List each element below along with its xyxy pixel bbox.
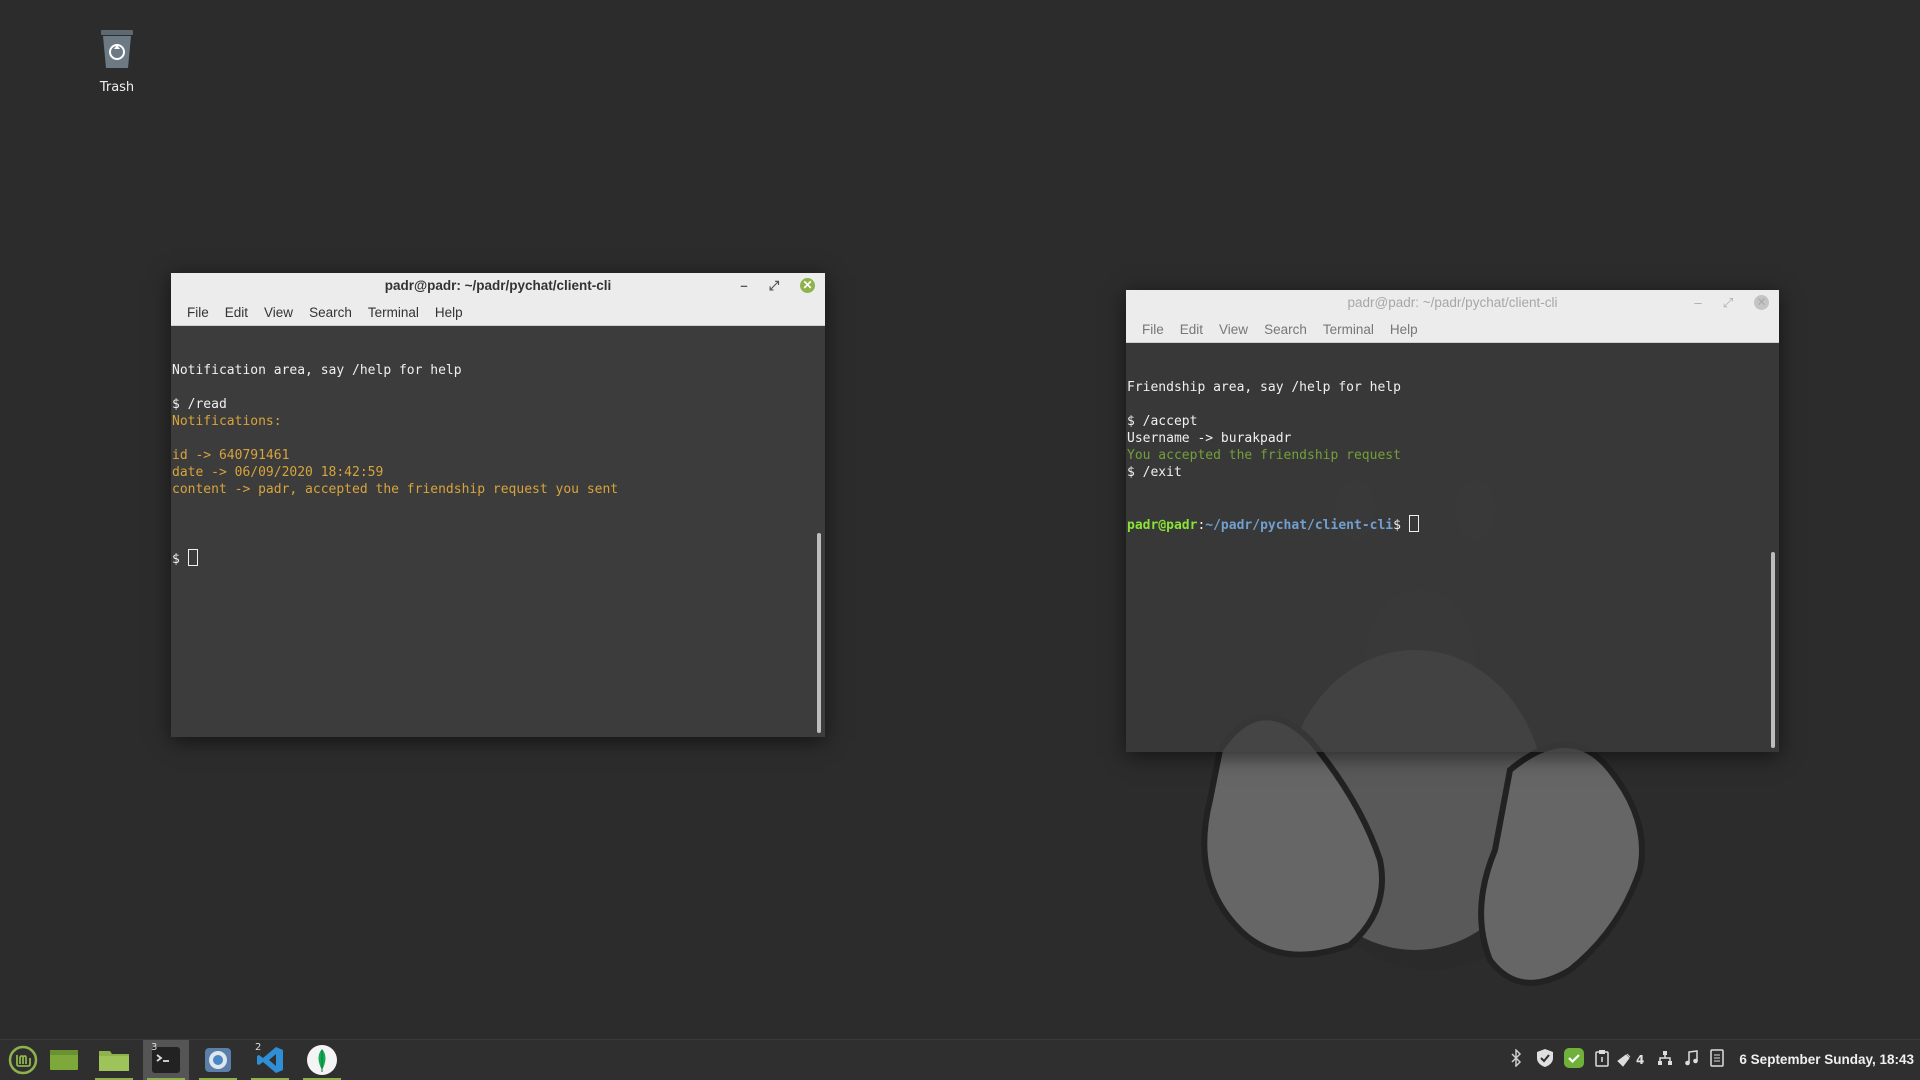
- window-title: padr@padr: ~/padr/pychat/client-cli: [1347, 295, 1558, 310]
- network-icon[interactable]: [1652, 1050, 1678, 1070]
- terminal-line: date -> 06/09/2020 18:42:59: [172, 465, 384, 480]
- chromium-icon: [205, 1048, 231, 1072]
- clock[interactable]: 6 September Sunday, 18:43: [1739, 1040, 1914, 1080]
- terminal-prompt-line: $: [172, 549, 825, 568]
- window-title: padr@padr: ~/padr/pychat/client-cli: [384, 278, 612, 293]
- menu-terminal[interactable]: Terminal: [1315, 322, 1382, 337]
- show-desktop-button[interactable]: [41, 1040, 87, 1080]
- system-tray: 4: [1502, 1040, 1730, 1080]
- menu-bar: File Edit View Search Terminal Help: [171, 299, 825, 326]
- terminal-line: Notification area, say /help for help: [172, 363, 462, 378]
- update-manager-icon[interactable]: [1560, 1047, 1588, 1073]
- trash-label: Trash: [99, 80, 135, 95]
- maximize-icon[interactable]: ⤢: [765, 277, 783, 295]
- terminal-line: id -> 640791461: [172, 448, 290, 463]
- prompt-user: padr@padr: [1127, 518, 1198, 533]
- notifications-count: 4: [1636, 1053, 1645, 1067]
- menu-terminal[interactable]: Terminal: [360, 305, 427, 320]
- keyboard-layout-icon[interactable]: [1704, 1049, 1730, 1071]
- close-icon[interactable]: ✕: [1754, 295, 1769, 310]
- terminal-line: $ /accept: [1127, 414, 1198, 429]
- menu-edit[interactable]: Edit: [217, 305, 256, 320]
- chromium-launcher[interactable]: [195, 1040, 241, 1080]
- terminal-line: Username -> burakpadr: [1127, 431, 1292, 446]
- scrollbar[interactable]: [1771, 552, 1775, 748]
- terminal-window-notifications[interactable]: padr@padr: ~/padr/pychat/client-cli – ⤢ …: [171, 273, 825, 737]
- folder-icon: [99, 1051, 129, 1071]
- minimize-icon[interactable]: –: [735, 277, 753, 295]
- terminal-output[interactable]: Friendship area, say /help for help $ /ac…: [1126, 343, 1779, 752]
- terminal-output[interactable]: Notification area, say /help for help $ /…: [171, 326, 825, 737]
- text-cursor: [1408, 515, 1419, 532]
- prompt-end: $: [1393, 518, 1409, 533]
- window-titlebar[interactable]: padr@padr: ~/padr/pychat/client-cli – ⤢ …: [1126, 290, 1779, 316]
- scrollbar[interactable]: [817, 533, 821, 733]
- menu-help[interactable]: Help: [1382, 322, 1426, 337]
- menu-button[interactable]: [0, 1040, 46, 1080]
- vscode-launcher[interactable]: 2: [247, 1040, 293, 1080]
- menu-view[interactable]: View: [256, 305, 301, 320]
- terminal-line: $ /exit: [1127, 465, 1182, 480]
- text-cursor: [187, 549, 198, 566]
- terminal-prompt-line: padr@padr:~/padr/pychat/client-cli$: [1127, 515, 1779, 534]
- terminal-line: Notifications:: [172, 414, 282, 429]
- files-launcher[interactable]: [91, 1040, 137, 1080]
- close-icon[interactable]: ✕: [800, 278, 815, 293]
- terminal-line: $ /read: [172, 397, 227, 412]
- bluetooth-icon[interactable]: [1502, 1048, 1530, 1071]
- prompt: $: [172, 552, 188, 567]
- mongodb-leaf-icon: [307, 1045, 337, 1075]
- window-titlebar[interactable]: padr@padr: ~/padr/pychat/client-cli – ⤢ …: [171, 273, 825, 299]
- menu-search[interactable]: Search: [301, 305, 360, 320]
- terminal-line: Friendship area, say /help for help: [1127, 380, 1401, 395]
- menu-bar: File Edit View Search Terminal Help: [1126, 316, 1779, 343]
- clipboard-icon[interactable]: [1588, 1049, 1616, 1071]
- menu-file[interactable]: File: [1134, 322, 1172, 337]
- terminal-line: You accepted the friendship request: [1127, 448, 1401, 463]
- menu-view[interactable]: View: [1211, 322, 1256, 337]
- sound-icon[interactable]: [1678, 1050, 1704, 1070]
- menu-help[interactable]: Help: [427, 305, 471, 320]
- notifications-icon[interactable]: 4: [1616, 1052, 1652, 1068]
- terminal-window-friendship[interactable]: padr@padr: ~/padr/pychat/client-cli – ⤢ …: [1126, 290, 1779, 752]
- menu-file[interactable]: File: [179, 305, 217, 320]
- minimize-icon[interactable]: –: [1689, 294, 1707, 312]
- menu-search[interactable]: Search: [1256, 322, 1315, 337]
- prompt-path: ~/padr/pychat/client-cli: [1205, 518, 1394, 533]
- desktop-trash[interactable]: Trash: [82, 26, 152, 95]
- shield-icon[interactable]: [1530, 1048, 1560, 1072]
- trash-icon: [101, 30, 133, 68]
- window-count-badge: 3: [151, 1042, 158, 1053]
- terminal-line: content -> padr, accepted the friendship…: [172, 482, 619, 497]
- mint-logo-icon: [8, 1045, 38, 1075]
- desktop-icon: [50, 1050, 78, 1070]
- menu-edit[interactable]: Edit: [1172, 322, 1211, 337]
- window-count-badge: 2: [255, 1042, 262, 1053]
- taskbar: 3 2 4 6 September Sunday, 18:43: [0, 1039, 1920, 1080]
- terminal-launcher[interactable]: 3: [143, 1040, 189, 1080]
- maximize-icon[interactable]: ⤢: [1719, 294, 1737, 312]
- mongodb-compass-launcher[interactable]: [299, 1040, 345, 1080]
